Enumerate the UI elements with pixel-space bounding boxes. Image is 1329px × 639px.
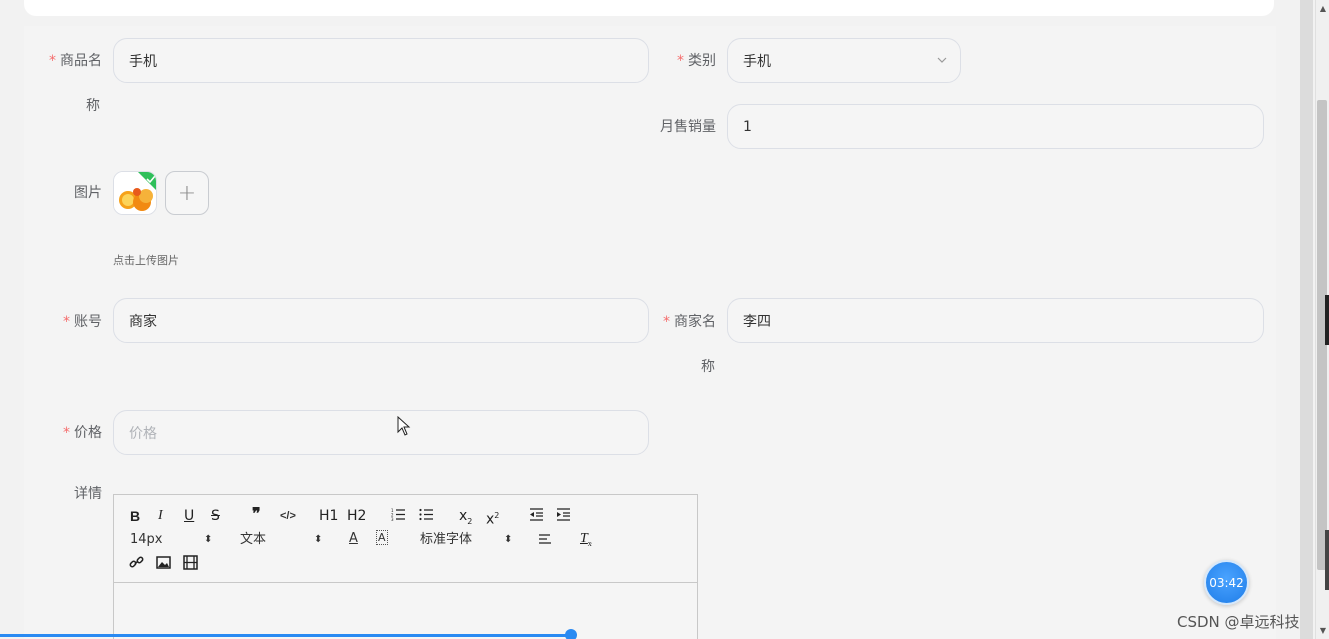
subscript-icon[interactable]: x2: [459, 507, 472, 531]
superscript-icon[interactable]: x2: [486, 507, 499, 529]
account-label: * 账号: [63, 314, 102, 330]
category-select[interactable]: 手机: [727, 38, 961, 83]
scroll-down-icon[interactable]: ▼: [1320, 626, 1326, 635]
page-edge-bar: [1300, 0, 1313, 639]
playback-progress-handle[interactable]: [565, 629, 577, 639]
rich-text-editor[interactable]: B I U S ❞ </> H1 H2 123 x2 x2 14px ⬍ 文本 …: [113, 494, 698, 639]
heading-type-select-arrow-icon: ⬍: [314, 534, 323, 545]
plus-icon: +: [177, 180, 197, 206]
align-icon[interactable]: [538, 532, 552, 546]
background-color-icon[interactable]: A: [376, 530, 388, 545]
merchant-name-label-wrap: 称: [701, 359, 715, 375]
playback-progress-bar[interactable]: [0, 634, 571, 637]
scroll-up-icon[interactable]: ▲: [1320, 4, 1326, 13]
heading-type-select[interactable]: 文本: [240, 531, 266, 549]
monthly-sales-label: 月售销量: [660, 119, 716, 135]
product-name-label-wrap: 称: [86, 98, 100, 114]
top-card: [24, 0, 1274, 16]
upload-hint: 点击上传图片: [113, 254, 179, 267]
timer-badge[interactable]: 03:42: [1204, 560, 1249, 605]
image-icon[interactable]: [156, 555, 171, 570]
italic-icon[interactable]: I: [158, 507, 163, 525]
merchant-name-label: * 商家名: [663, 314, 716, 330]
heading-1-icon[interactable]: H1: [319, 507, 338, 525]
outdent-icon[interactable]: [529, 507, 544, 522]
details-label: 详情: [74, 486, 102, 502]
monthly-sales-input[interactable]: 1: [727, 104, 1264, 149]
clear-format-icon[interactable]: Tx: [580, 530, 592, 553]
price-input[interactable]: 价格: [113, 410, 649, 455]
font-family-select-arrow-icon: ⬍: [504, 534, 513, 545]
watermark: CSDN @卓远科技: [1177, 613, 1300, 631]
underline-icon[interactable]: U: [184, 507, 194, 525]
product-name-input[interactable]: 手机: [113, 38, 649, 83]
code-block-icon[interactable]: </>: [280, 507, 296, 525]
heading-2-icon[interactable]: H2: [347, 507, 366, 525]
bullet-list-icon[interactable]: [419, 507, 434, 522]
font-color-icon[interactable]: A: [349, 530, 358, 548]
category-label: * 类别: [677, 53, 716, 69]
product-name-label: * 商品名: [49, 53, 102, 69]
upload-image-button[interactable]: +: [165, 171, 209, 215]
price-label: * 价格: [63, 425, 102, 441]
font-size-select[interactable]: 14px: [130, 531, 163, 549]
side-panel-edge: [1325, 295, 1329, 345]
svg-text:3: 3: [391, 517, 394, 522]
font-family-select[interactable]: 标准字体: [420, 531, 472, 549]
strikethrough-icon[interactable]: S: [211, 507, 220, 525]
blockquote-icon[interactable]: ❞: [252, 506, 261, 524]
side-panel-edge-lower: [1325, 530, 1329, 590]
chevron-down-icon: [937, 57, 947, 63]
merchant-name-input[interactable]: 李四: [727, 298, 1264, 343]
mouse-cursor-icon: [397, 416, 411, 436]
bold-icon[interactable]: B: [130, 507, 140, 525]
font-size-select-arrow-icon: ⬍: [204, 534, 213, 545]
uploaded-image-thumbnail[interactable]: [113, 171, 157, 215]
editor-toolbar: B I U S ❞ </> H1 H2 123 x2 x2 14px ⬍ 文本 …: [114, 495, 697, 583]
indent-icon[interactable]: [556, 507, 571, 522]
ordered-list-icon[interactable]: 123: [391, 507, 406, 522]
link-icon[interactable]: [129, 555, 144, 570]
video-icon[interactable]: [183, 555, 198, 570]
orange-fruit-image: [114, 172, 156, 214]
account-input[interactable]: 商家: [113, 298, 649, 343]
image-label: 图片: [74, 185, 102, 201]
